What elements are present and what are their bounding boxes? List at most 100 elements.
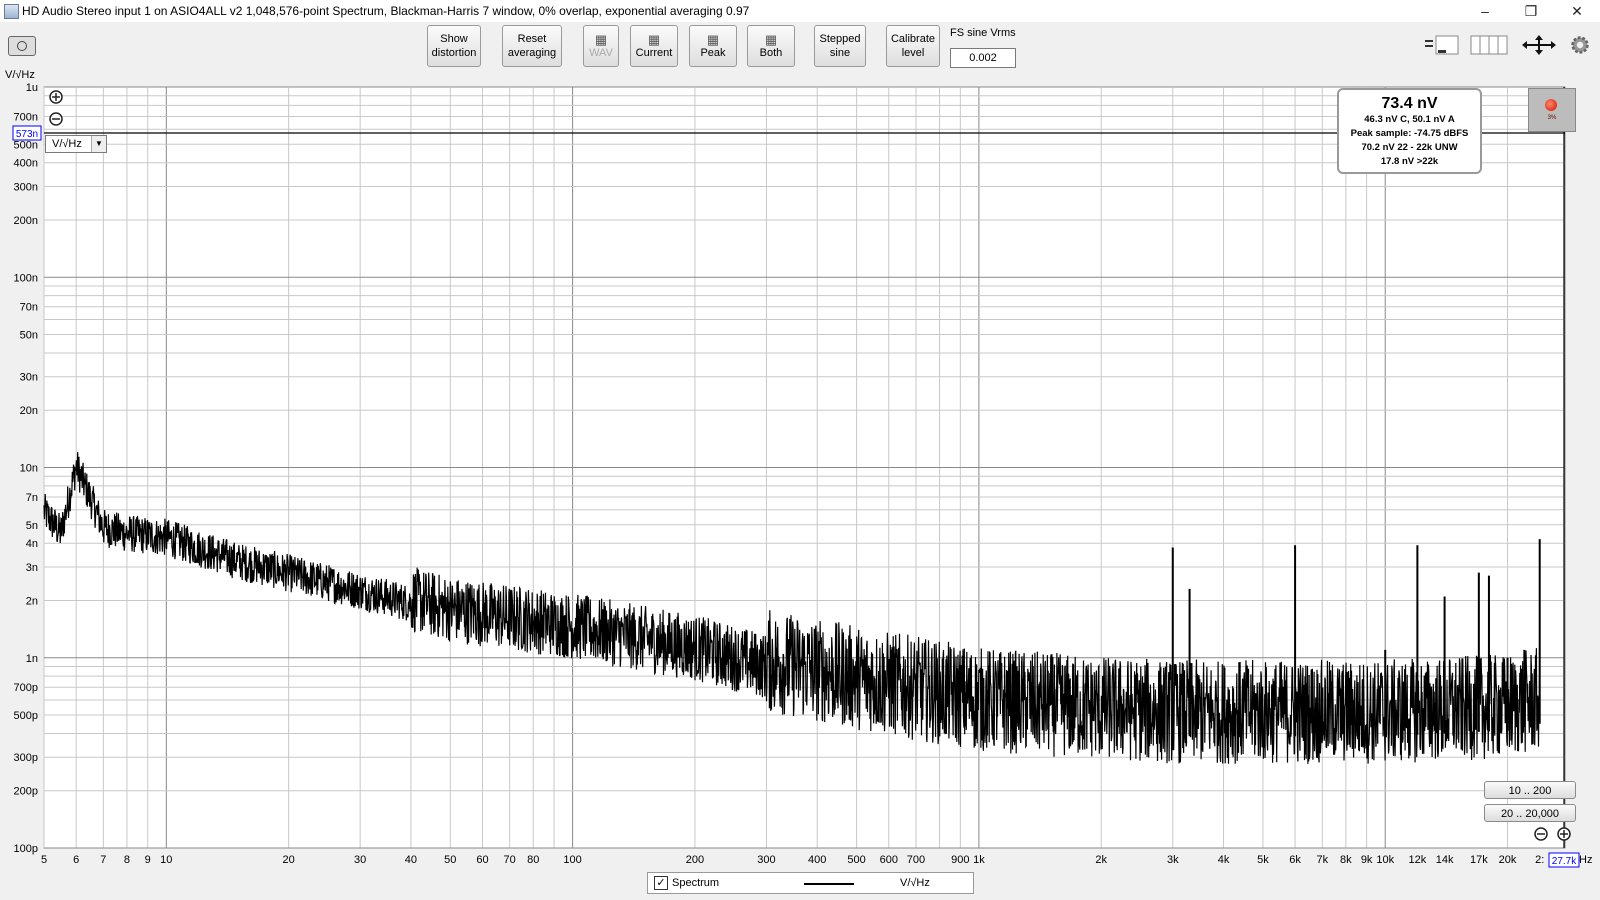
readout-line: Peak sample: -74.75 dBFS	[1350, 128, 1469, 139]
show-distortion-button[interactable]: Show distortion	[427, 25, 481, 67]
range-20-20000-button[interactable]: 20 .. 20,000	[1484, 804, 1576, 822]
x-tick-label: 200	[686, 854, 704, 866]
columns-icon[interactable]	[1470, 34, 1508, 56]
calibrate-level-label-2: level	[901, 47, 925, 59]
x-tick-label: 17k	[1470, 854, 1488, 866]
record-icon	[1545, 99, 1557, 111]
y-tick-label: 30n	[20, 372, 38, 384]
peak-label: Peak	[700, 46, 726, 59]
y-tick-label: 300n	[14, 181, 38, 193]
show-distortion-label-2: distortion	[431, 47, 477, 59]
move-arrows-icon[interactable]	[1520, 34, 1558, 56]
x-tick-label: 600	[880, 854, 898, 866]
window-title: HD Audio Stereo input 1 on ASIO4ALL v2 1…	[22, 4, 750, 18]
save-icon: ▦	[647, 31, 661, 47]
reset-averaging-label-2: averaging	[507, 47, 557, 59]
chevron-down-icon[interactable]: ▼	[91, 136, 106, 152]
x-tick-label: 4k	[1218, 854, 1230, 866]
x-tick-label: 8	[124, 854, 130, 866]
layout-icon[interactable]	[1424, 34, 1460, 56]
zoom-in-icon[interactable]	[1557, 827, 1571, 841]
gear-icon[interactable]	[1568, 34, 1592, 56]
wav-save-button[interactable]: ▦ WAV	[583, 25, 619, 67]
unit-selector[interactable]: V/√Hz ▼	[45, 135, 107, 153]
x-tick-label: 70	[504, 854, 516, 866]
x-tick-label: 14k	[1436, 854, 1454, 866]
y-tick-label: 700p	[14, 682, 38, 694]
camera-icon[interactable]	[8, 36, 36, 56]
stepped-sine-label-1: Stepped	[819, 33, 861, 45]
y-axis-unit: V/√Hz	[5, 70, 35, 81]
legend-series-name: Spectrum	[672, 877, 720, 889]
range-10-200-button[interactable]: 10 .. 200	[1484, 781, 1576, 799]
y-tick-label: 20n	[20, 405, 38, 417]
record-button[interactable]: 3%	[1528, 88, 1576, 132]
x-tick-label: 12k	[1409, 854, 1427, 866]
calibrate-level-button[interactable]: Calibrate level	[886, 25, 940, 67]
x-tick-label: 10	[160, 854, 172, 866]
save-current-button[interactable]: ▦ Current	[630, 25, 678, 67]
zoom-in-icon[interactable]	[49, 90, 63, 104]
record-percent: 3%	[1547, 115, 1557, 121]
unit-selector-value: V/√Hz	[52, 138, 82, 150]
title-bar: HD Audio Stereo input 1 on ASIO4ALL v2 1…	[0, 0, 1600, 22]
zoom-out-icon[interactable]	[1534, 827, 1548, 841]
save-peak-button[interactable]: ▦ Peak	[689, 25, 737, 67]
x-tick-label: 20k	[1499, 854, 1517, 866]
readout-main: 73.4 nV	[1381, 95, 1438, 112]
legend: ✓ Spectrum V/√Hz	[647, 872, 974, 894]
minimize-button[interactable]: –	[1462, 0, 1508, 22]
x-tick-label: 60	[476, 854, 488, 866]
x-tick-label: 6	[73, 854, 79, 866]
x-tick-label: 5k	[1257, 854, 1269, 866]
y-tick-label: 100p	[14, 843, 38, 855]
x-tick-label: 7k	[1316, 854, 1328, 866]
x-tick-label: 3k	[1167, 854, 1179, 866]
x-axis-ticks: 5 6 7 8 9 10 20 30 40 50 60 70 80 100 200 300 400 500 600 7…	[41, 854, 1544, 866]
readout-line: 46.3 nV C, 50.1 nV A	[1364, 114, 1455, 125]
x-tick-label: 7	[100, 854, 106, 866]
stepped-sine-button[interactable]: Stepped sine	[814, 25, 866, 67]
restore-button[interactable]: ❐	[1508, 0, 1554, 22]
spectrum-chart[interactable]: 1u 700n 500n 400n 300n 200n 100n 70n 50n 30n 20n 10…	[0, 70, 1600, 900]
x-tick-label: 50	[444, 854, 456, 866]
x-axis-unit: Hz	[1579, 854, 1592, 866]
y-tick-label: 400n	[14, 158, 38, 170]
x-tick-label: 1k	[973, 854, 985, 866]
spectrum-checkbox[interactable]: ✓	[654, 876, 668, 890]
y-tick-label: 2n	[26, 595, 38, 607]
y-tick-label: 200p	[14, 786, 38, 798]
y-tick-label: 300p	[14, 752, 38, 764]
y-axis-ticks: 1u 700n 500n 400n 300n 200n 100n 70n 50n 30n 20n 10…	[14, 82, 38, 855]
save-icon: ▦	[764, 31, 778, 47]
x-tick-label: 900	[951, 854, 969, 866]
zoom-out-icon[interactable]	[49, 112, 63, 126]
stepped-sine-label-2: sine	[829, 47, 851, 59]
y-tick-label: 1n	[26, 653, 38, 665]
level-readout: 73.4 nV 46.3 nV C, 50.1 nV A Peak sample…	[1337, 88, 1482, 174]
y-cursor-value: 573n	[16, 129, 38, 140]
y-tick-label: 4n	[26, 538, 38, 550]
x-tick-label: 9	[145, 854, 151, 866]
save-both-button[interactable]: ▦ Both	[747, 25, 795, 67]
x-tick-label: 20	[282, 854, 294, 866]
close-button[interactable]: ✕	[1554, 0, 1600, 22]
x-tick-label: 700	[907, 854, 925, 866]
reset-averaging-button[interactable]: Reset averaging	[502, 25, 562, 67]
fs-sine-input[interactable]: 0.002	[950, 48, 1016, 68]
x-tick-label: 8k	[1340, 854, 1352, 866]
legend-unit: V/√Hz	[900, 877, 930, 889]
wav-label: WAV	[589, 46, 613, 59]
save-icon: ▦	[706, 31, 720, 47]
x-tick-label: 2k	[1095, 854, 1107, 866]
x-tick-label: 2:	[1535, 854, 1544, 866]
y-tick-label: 500n	[14, 139, 38, 151]
show-distortion-label-1: Show	[440, 33, 468, 45]
x-tick-label: 40	[405, 854, 417, 866]
x-tick-label: 10k	[1376, 854, 1394, 866]
y-tick-label: 500p	[14, 710, 38, 722]
fs-sine-label: FS sine Vrms	[950, 27, 1016, 39]
readout-line: 70.2 nV 22 - 22k UNW	[1361, 142, 1458, 153]
y-tick-label: 7n	[26, 492, 38, 504]
y-tick-label: 3n	[26, 562, 38, 574]
